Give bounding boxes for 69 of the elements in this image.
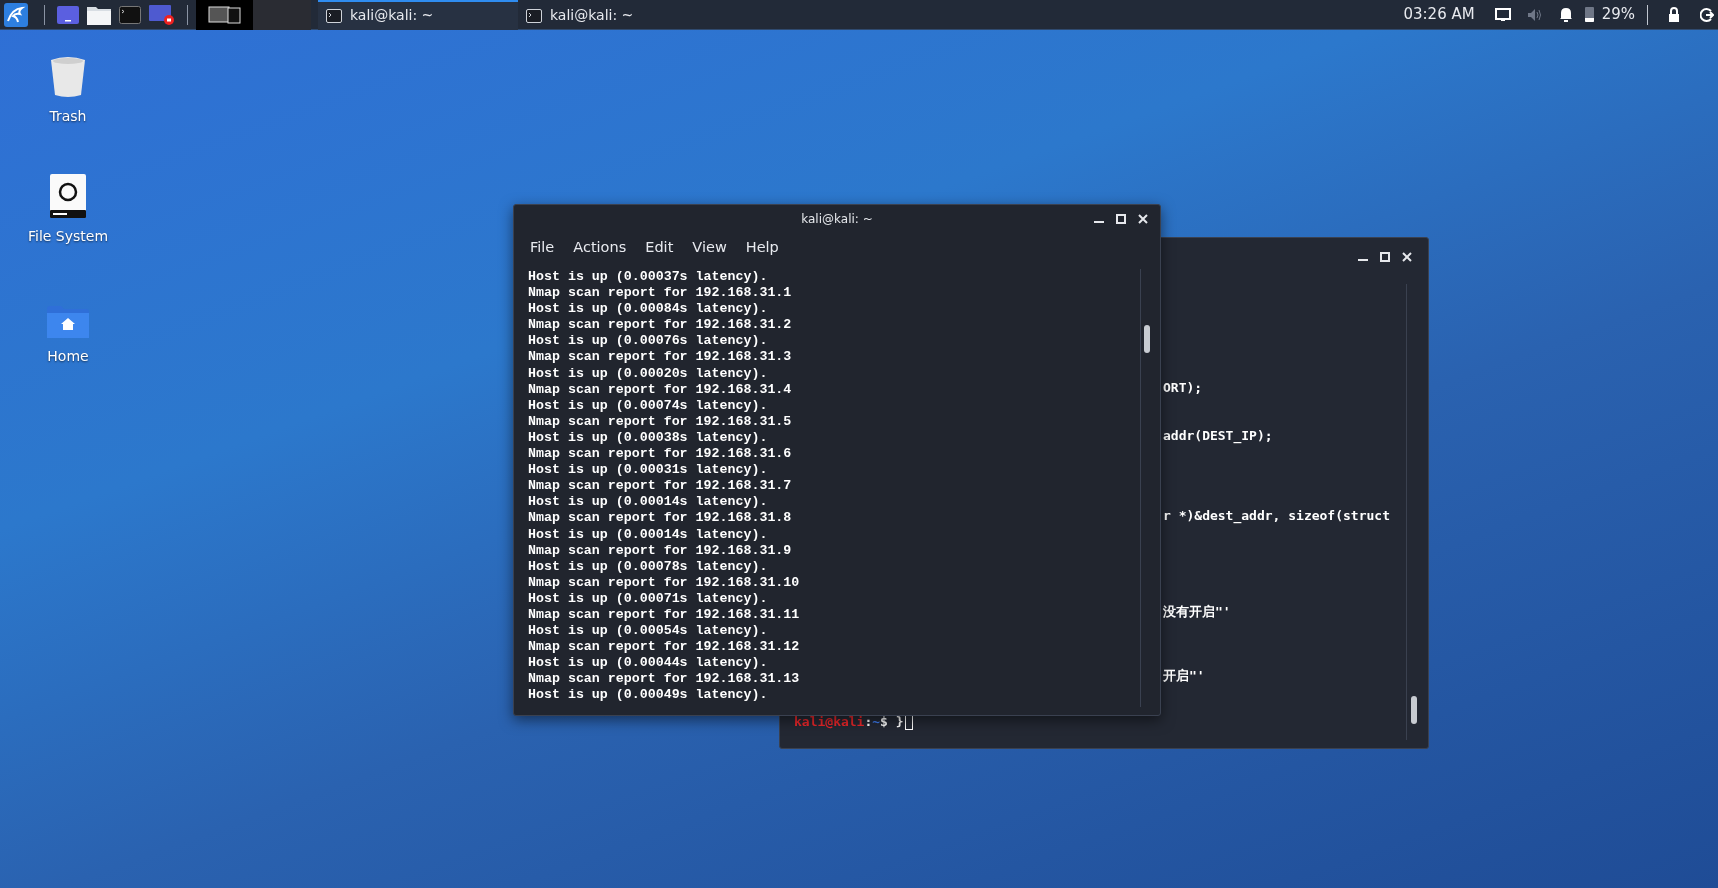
- terminal-output-line: 开启"': [1163, 668, 1205, 683]
- terminal-output-line: Nmap scan report for 192.168.31.5: [528, 413, 793, 430]
- maximize-icon[interactable]: [1380, 252, 1390, 262]
- clock[interactable]: 03:26 AM: [1403, 3, 1475, 26]
- menu-item[interactable]: Actions: [573, 237, 627, 259]
- terminal-output-line: Host is up (0.00031s latency).: [528, 462, 769, 479]
- terminal-output-line: Host is up (0.00084s latency).: [528, 301, 769, 318]
- terminal-output-line: Host is up (0.00074s latency).: [528, 397, 769, 414]
- drive-icon[interactable]: [50, 174, 86, 218]
- desktop-icon-label[interactable]: Trash: [49, 106, 87, 127]
- close-icon[interactable]: [1402, 252, 1412, 262]
- desktop-icon-label[interactable]: File System: [27, 226, 109, 247]
- window-title: kali@kali: ~: [801, 211, 873, 228]
- terminal-output-line: Nmap scan report for 192.168.31.3: [528, 349, 793, 366]
- desktop-icon-label[interactable]: Home: [47, 346, 89, 367]
- terminal-output-line: Nmap scan report for 192.168.31.11: [528, 606, 801, 624]
- menu-item[interactable]: Edit: [645, 237, 674, 259]
- terminal-output-line: Nmap scan report for 192.168.31.10: [528, 574, 801, 591]
- screen-recorder-icon[interactable]: [149, 3, 175, 26]
- terminal-icon[interactable]: [119, 5, 141, 24]
- dragon-logo-icon[interactable]: [4, 2, 28, 27]
- terminal-output-line: Nmap scan report for 192.168.31.4: [528, 381, 793, 398]
- lock-icon[interactable]: [1668, 7, 1680, 22]
- terminal-output-line: Nmap scan report for 192.168.31.1: [528, 285, 793, 302]
- terminal-output-line: Host is up (0.00038s latency).: [528, 429, 769, 447]
- maximize-icon[interactable]: [1116, 214, 1126, 224]
- terminal-output-line: Host is up (0.00071s latency).: [528, 590, 769, 607]
- scrollbar[interactable]: [1140, 269, 1152, 707]
- terminal-output-line: Host is up (0.00054s latency).: [528, 623, 769, 640]
- terminal-output-line: Nmap scan report for 192.168.31.8: [528, 510, 793, 527]
- terminal-output-line: Host is up (0.00014s latency).: [528, 526, 769, 543]
- terminal-output-line: Nmap scan report for 192.168.31.2: [528, 317, 793, 334]
- terminal-output-line: addr(DEST_IP);: [1163, 428, 1273, 443]
- terminal-output-line: Host is up (0.00037s latency).: [528, 269, 769, 286]
- terminal-output-line: Nmap scan report for 192.168.31.9: [528, 542, 793, 559]
- battery-percentage[interactable]: 29%: [1601, 3, 1635, 26]
- trash-icon[interactable]: [50, 56, 86, 98]
- taskbar-window-button[interactable]: kali@kali: ~: [318, 0, 518, 30]
- menu-item[interactable]: View: [692, 237, 727, 259]
- folder-icon[interactable]: [87, 4, 111, 25]
- terminal-output-line: Host is up (0.00076s latency).: [528, 333, 769, 350]
- scrollbar[interactable]: [1406, 284, 1420, 740]
- terminal-output-line: Nmap scan report for 192.168.31.6: [528, 446, 793, 463]
- terminal-output-line: Host is up (0.00020s latency).: [528, 365, 769, 382]
- display-icon[interactable]: [1494, 7, 1511, 22]
- battery-icon[interactable]: [1584, 7, 1594, 22]
- terminal-output-line: Nmap scan report for 192.168.31.12: [528, 639, 801, 656]
- workspace-switcher[interactable]: [196, 0, 253, 30]
- workspace-windows-icon: [207, 4, 242, 25]
- menu-item[interactable]: Help: [745, 237, 779, 259]
- taskbar-window-button[interactable]: kali@kali: ~: [518, 0, 718, 30]
- terminal-output-line: Host is up (0.00078s latency).: [528, 558, 769, 575]
- close-icon[interactable]: [1138, 214, 1148, 224]
- terminal-output-line: Host is up (0.00014s latency).: [528, 494, 769, 511]
- terminal-icon: [326, 8, 342, 23]
- terminal-output-line: Nmap scan report for 192.168.31.7: [528, 478, 793, 495]
- terminal-output-line: Host is up (0.00044s latency).: [528, 655, 769, 672]
- home-folder-icon[interactable]: [47, 306, 89, 338]
- terminal-icon: [526, 8, 542, 23]
- bell-icon[interactable]: [1558, 7, 1573, 22]
- volume-icon[interactable]: [1526, 7, 1543, 22]
- terminal-output-line: r *)&dest_addr, sizeof(struct: [1163, 508, 1390, 523]
- terminal-output-line: Host is up (0.00049s latency).: [528, 687, 769, 704]
- terminal-output-line: Nmap scan report for 192.168.31.13: [528, 671, 801, 688]
- terminal-output-line: 没有开启"': [1163, 604, 1231, 619]
- logout-icon[interactable]: [1700, 7, 1714, 22]
- menu-item[interactable]: File: [530, 237, 555, 259]
- window-app-icon[interactable]: [57, 5, 79, 24]
- terminal-output-line: ORT);: [1163, 380, 1203, 395]
